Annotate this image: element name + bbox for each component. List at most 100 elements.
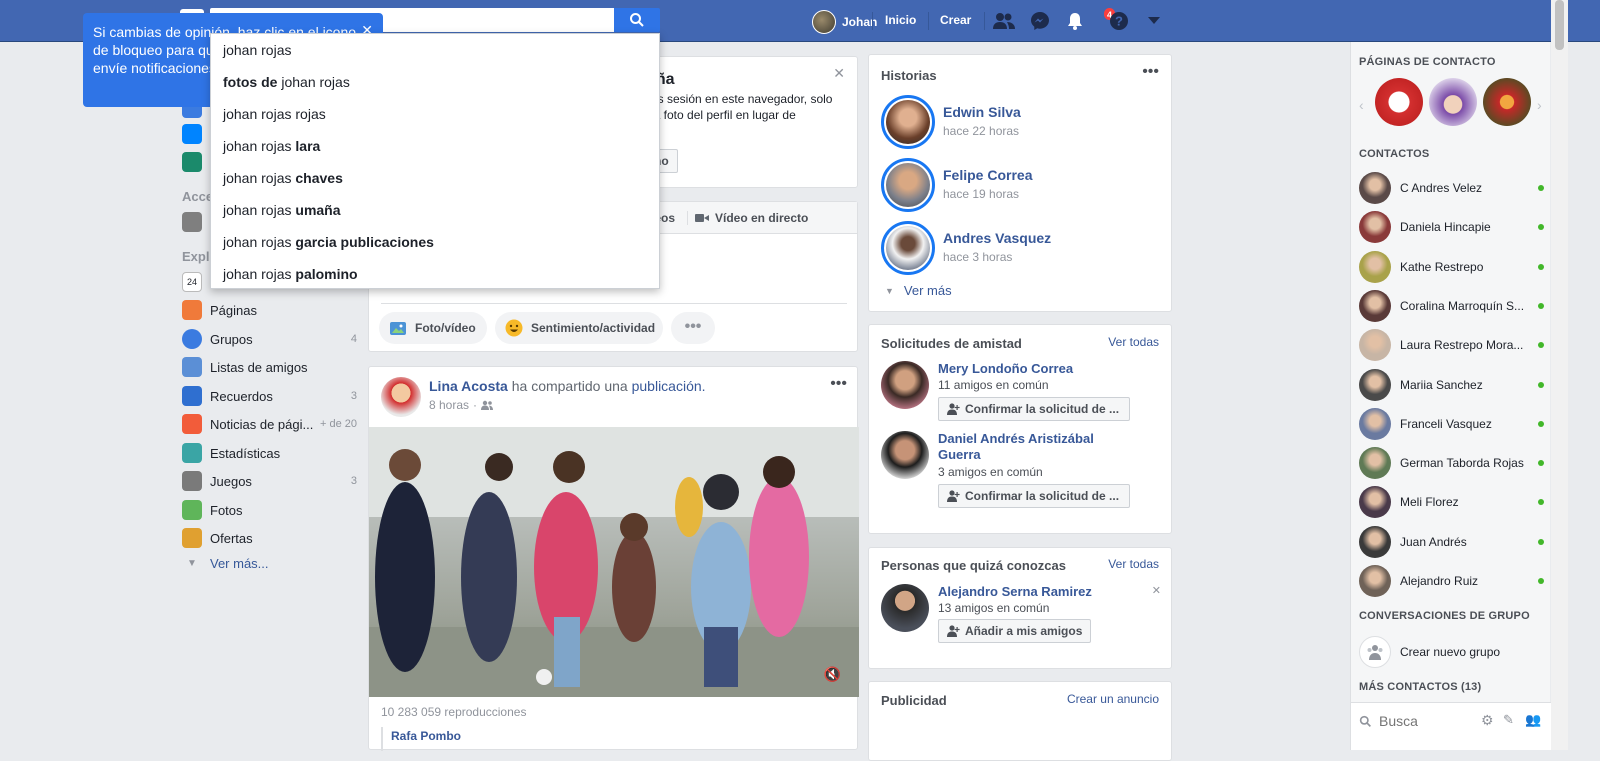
search-suggestion[interactable]: fotos de johan rojas: [211, 66, 659, 98]
friend-requests-icon[interactable]: [993, 10, 1015, 32]
sidebar-item-listas-de-amigos[interactable]: Listas de amigos: [182, 357, 357, 377]
scrollbar-thumb[interactable]: [1555, 0, 1564, 50]
create-group-item[interactable]: Crear nuevo grupo: [1359, 634, 1544, 670]
requester-name[interactable]: Mery Londoño Correa: [938, 361, 1128, 377]
search-suggestion[interactable]: johan rojas rojas: [211, 98, 659, 130]
requester-name[interactable]: Daniel Andrés Aristizábal Guerra: [938, 431, 1128, 463]
story-item[interactable]: Andres Vasquez hace 3 horas: [881, 221, 1161, 277]
avatar[interactable]: [881, 361, 929, 409]
see-all-link[interactable]: Ver todas: [1108, 335, 1159, 349]
post-author-link[interactable]: Lina Acosta: [429, 378, 508, 394]
chevron-right-icon[interactable]: ›: [1537, 97, 1542, 113]
shared-author-link[interactable]: Rafa Pombo: [391, 729, 461, 743]
more-options-icon[interactable]: •••: [671, 312, 715, 344]
search-button[interactable]: [614, 8, 660, 32]
story-item[interactable]: Edwin Silva hace 22 horas: [881, 95, 1161, 151]
pymk-name[interactable]: Alejandro Serna Ramirez: [938, 584, 1092, 599]
mutual-friends[interactable]: 11 amigos en común: [938, 378, 1049, 392]
sidebar-item-juegos[interactable]: Juegos 3: [182, 471, 357, 491]
search-suggestion[interactable]: johan rojas palomino: [211, 258, 659, 290]
ads-card: Publicidad Crear un anuncio: [868, 681, 1172, 761]
contact-item[interactable]: German Taborda Rojas: [1359, 445, 1544, 481]
create-ad-link[interactable]: Crear un anuncio: [1067, 692, 1159, 706]
contact-name: Mariia Sanchez: [1400, 377, 1483, 392]
avatar[interactable]: [881, 431, 929, 479]
sidebar-item-fotos[interactable]: Fotos: [182, 500, 357, 520]
contact-name: Coralina Marroquín S...: [1400, 298, 1525, 313]
leftnav-label: Ofertas: [210, 530, 253, 546]
mute-toggle-icon[interactable]: 🔇: [824, 666, 841, 683]
story-item[interactable]: Felipe Correa hace 19 horas: [881, 158, 1161, 214]
post-options-icon[interactable]: •••: [830, 375, 847, 393]
add-friend-button[interactable]: Añadir a mis amigos: [938, 619, 1092, 643]
search-suggestion[interactable]: johan rojas chaves: [211, 162, 659, 194]
sidebar-item-ofertas[interactable]: Ofertas: [182, 528, 357, 548]
sidebar-item-recuerdos[interactable]: Recuerdos 3: [182, 386, 357, 406]
stories-options-icon[interactable]: •••: [1142, 63, 1159, 81]
contact-item[interactable]: Mariia Sanchez: [1359, 367, 1544, 403]
post-time[interactable]: 8 horas: [429, 398, 469, 412]
compose-icon[interactable]: ✎: [1503, 712, 1514, 728]
contact-page-avatar[interactable]: [1375, 78, 1423, 126]
tab-live-video[interactable]: Vídeo en directo: [695, 211, 808, 225]
gear-icon[interactable]: ⚙: [1481, 712, 1494, 729]
post-video[interactable]: 🔇: [369, 427, 859, 697]
see-more-link[interactable]: ▼ Ver más...: [182, 556, 357, 571]
home-link[interactable]: Inicio: [885, 13, 916, 27]
stories-see-more[interactable]: ▼ Ver más: [885, 283, 952, 298]
messenger-icon[interactable]: [1029, 10, 1051, 32]
search-icon: [630, 13, 644, 27]
avatar: [1359, 407, 1391, 440]
notifications-bell-icon[interactable]: [1064, 10, 1086, 32]
search-suggestion[interactable]: johan rojas umaña: [211, 194, 659, 226]
chat-search-input[interactable]: [1377, 710, 1477, 732]
contact-item[interactable]: C Andres Velez: [1359, 170, 1544, 206]
sidebar-item-grupos[interactable]: Grupos 4: [182, 329, 357, 349]
pymk-mutual[interactable]: 13 amigos en común: [938, 601, 1049, 615]
contact-item[interactable]: Kathe Restrepo: [1359, 249, 1544, 285]
new-group-icon[interactable]: 👥: [1525, 712, 1541, 728]
contact-item[interactable]: Alejandro Ruiz: [1359, 563, 1544, 599]
chevron-left-icon[interactable]: ‹: [1359, 97, 1364, 113]
help-icon[interactable]: ?: [1108, 10, 1130, 32]
leftnav-label: Estadísticas: [210, 445, 281, 461]
search-suggestion[interactable]: johan rojas lara: [211, 130, 659, 162]
post-header: Lina Acosta ha compartido una publicació…: [429, 378, 706, 394]
sidebar-item-noticias-de-pági-[interactable]: Noticias de pági... + de 20: [182, 414, 357, 434]
contact-item[interactable]: Laura Restrepo Mora...: [1359, 327, 1544, 363]
contact-item[interactable]: Meli Florez: [1359, 484, 1544, 520]
see-all-link[interactable]: Ver todas: [1108, 557, 1159, 571]
suggestion-bold-suffix: lara: [295, 138, 321, 154]
search-suggestion[interactable]: johan rojas garcia publicaciones: [211, 226, 659, 258]
account-menu-chevron-down-icon[interactable]: [1143, 10, 1165, 32]
chevron-down-icon: ▼: [187, 558, 197, 569]
close-icon[interactable]: ✕: [833, 65, 845, 82]
friends-audience-icon[interactable]: [481, 400, 494, 410]
contact-page-avatar[interactable]: [1429, 78, 1477, 126]
feeling-activity-button[interactable]: Sentimiento/actividad: [495, 312, 663, 344]
leftnav-label: Fotos: [210, 502, 243, 518]
contact-item[interactable]: Daniela Hincapie: [1359, 209, 1544, 245]
contact-item[interactable]: Coralina Marroquín S...: [1359, 288, 1544, 324]
confirm-request-button[interactable]: Confirmar la solicitud de ...: [938, 397, 1130, 421]
scrollbar[interactable]: [1551, 0, 1568, 750]
post-object-link[interactable]: publicación.: [632, 378, 706, 394]
avatar[interactable]: [881, 584, 929, 632]
photo-video-button[interactable]: Foto/vídeo: [379, 312, 487, 344]
sidebar-item-estadísticas[interactable]: Estadísticas: [182, 443, 357, 463]
search-suggestion[interactable]: johan rojas: [211, 34, 659, 66]
confirm-request-button[interactable]: Confirmar la solicitud de ...: [938, 484, 1130, 508]
close-icon[interactable]: ✕: [1152, 584, 1161, 597]
profile-link[interactable]: Johan: [812, 10, 877, 34]
sidebar-item-páginas[interactable]: Páginas: [182, 300, 357, 320]
contact-item[interactable]: Juan Andrés: [1359, 524, 1544, 560]
avatar[interactable]: [381, 377, 421, 417]
mutual-friends[interactable]: 3 amigos en común: [938, 465, 1043, 479]
create-link[interactable]: Crear: [940, 13, 971, 27]
video-frame-children-image: [369, 427, 859, 697]
contact-item[interactable]: Franceli Vasquez: [1359, 406, 1544, 442]
online-status-indicator: [1538, 499, 1544, 506]
avatar: [812, 10, 836, 34]
contact-page-avatar[interactable]: [1483, 78, 1531, 126]
post-card: Lina Acosta ha compartido una publicació…: [368, 366, 859, 751]
